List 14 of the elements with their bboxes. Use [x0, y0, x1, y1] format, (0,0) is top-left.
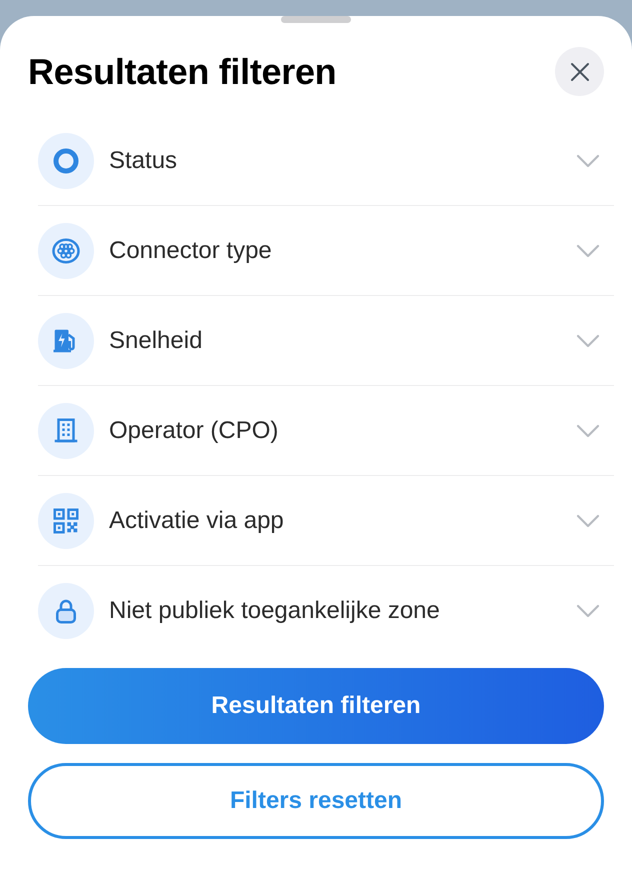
close-icon [570, 62, 590, 82]
filter-row[interactable]: Niet publiek toegankelijke zone [38, 566, 614, 656]
filter-row[interactable]: Status [38, 116, 614, 206]
filter-row[interactable]: Operator (CPO) [38, 386, 614, 476]
close-button[interactable] [555, 47, 604, 96]
qr-code-icon [51, 506, 81, 536]
drag-handle[interactable] [281, 16, 351, 23]
apply-button[interactable]: Resultaten filteren [28, 668, 604, 744]
sheet-title: Resultaten filteren [28, 50, 336, 94]
filter-row[interactable]: Connector type [38, 206, 614, 296]
filter-row[interactable]: Snelheid [38, 296, 614, 386]
plug-socket-icon [51, 236, 81, 266]
ring-icon [51, 146, 81, 176]
filter-row[interactable]: Activatie via app [38, 476, 614, 566]
